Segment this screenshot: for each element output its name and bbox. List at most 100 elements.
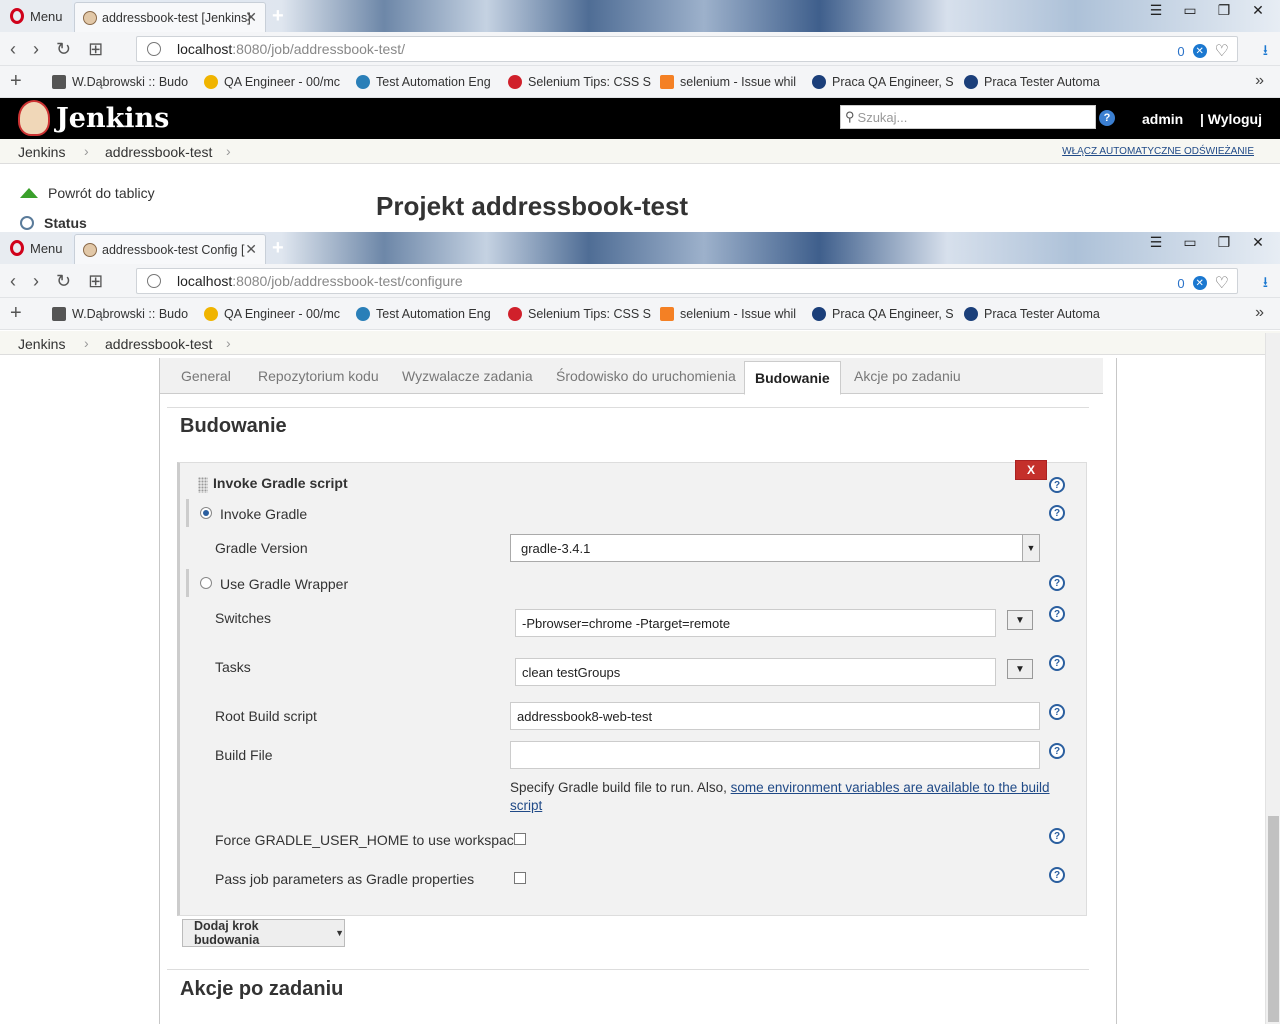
heart-icon[interactable]: ♡: [1215, 41, 1229, 61]
bookmark-item[interactable]: Praca QA Engineer, S: [812, 307, 964, 321]
tab-general[interactable]: General: [181, 368, 231, 384]
switches-input[interactable]: -Pbrowser=chrome -Ptarget=remote: [515, 609, 996, 637]
minimize-icon[interactable]: ▭: [1180, 2, 1200, 19]
scrollbar-thumb[interactable]: [1268, 816, 1279, 1022]
new-tab-icon[interactable]: +: [272, 5, 284, 28]
jenkins-logo[interactable]: Jenkins: [18, 100, 169, 136]
tab-environment[interactable]: Środowisko do uruchomienia: [556, 368, 736, 384]
opera-menu-button[interactable]: Menu: [0, 0, 72, 32]
pracuj-icon: [964, 307, 978, 321]
close-icon[interactable]: ✕: [245, 241, 257, 258]
forward-icon[interactable]: ›: [33, 39, 39, 60]
status-link[interactable]: Status: [20, 215, 87, 231]
bookmark-item[interactable]: Test Automation Eng: [356, 75, 508, 89]
build-file-input[interactable]: [510, 741, 1040, 769]
help-icon[interactable]: ?: [1049, 477, 1065, 493]
tab-build[interactable]: Budowanie: [744, 361, 841, 395]
adblock-icon[interactable]: ✕: [1192, 276, 1207, 290]
root-build-input[interactable]: addressbook8-web-test: [510, 702, 1040, 730]
force-home-checkbox[interactable]: [514, 833, 526, 845]
crumb-separator-icon[interactable]: ›: [226, 335, 231, 351]
drag-handle-icon[interactable]: [198, 477, 208, 493]
crumb-jenkins[interactable]: Jenkins: [18, 144, 65, 160]
crumb-jenkins[interactable]: Jenkins: [18, 336, 65, 352]
new-tab-icon[interactable]: +: [272, 237, 284, 260]
adblock-icon[interactable]: ✕: [1192, 44, 1207, 58]
browser-tab-active[interactable]: addressbook-test Config [✕: [74, 234, 266, 264]
download-icon[interactable]: ⭳: [1263, 272, 1268, 297]
invoke-gradle-radio[interactable]: [200, 507, 212, 519]
back-to-dashboard-link[interactable]: Powrót do tablicy: [20, 185, 155, 201]
help-icon[interactable]: ?: [1049, 655, 1065, 671]
tab-menu-icon[interactable]: ☰: [1146, 2, 1166, 19]
use-wrapper-radio[interactable]: [200, 577, 212, 589]
back-icon[interactable]: ‹: [10, 271, 16, 292]
tab-post-build[interactable]: Akcje po zadaniu: [854, 368, 961, 384]
add-build-step-button[interactable]: Dodaj krok budowania ▼: [182, 919, 345, 947]
tasks-input[interactable]: clean testGroups: [515, 658, 996, 686]
close-window-icon[interactable]: ✕: [1248, 2, 1268, 19]
tab-triggers[interactable]: Wyzwalacze zadania: [402, 368, 533, 384]
gradle-version-select[interactable]: gradle-3.4.1 ▼: [510, 534, 1040, 562]
close-window-icon[interactable]: ✕: [1248, 234, 1268, 251]
auto-refresh-link[interactable]: WŁĄCZ AUTOMATYCZNE ODŚWIEŻANIE: [1062, 146, 1254, 157]
crumb-separator-icon[interactable]: ›: [226, 143, 231, 159]
more-bookmarks-icon[interactable]: »: [1255, 304, 1264, 322]
help-icon[interactable]: ?: [1049, 867, 1065, 883]
url-field[interactable]: localhost:8080/job/addressbook-test/conf…: [136, 268, 1238, 294]
bookmark-item[interactable]: QA Engineer - 00/mc: [204, 75, 356, 89]
crumb-separator-icon[interactable]: ›: [84, 143, 89, 159]
bookmark-item[interactable]: selenium - Issue whil: [660, 307, 812, 321]
bookmark-item[interactable]: selenium - Issue whil: [660, 75, 812, 89]
pass-params-checkbox[interactable]: [514, 872, 526, 884]
help-icon[interactable]: ?: [1049, 828, 1065, 844]
help-icon[interactable]: ?: [1049, 704, 1065, 720]
tab-menu-icon[interactable]: ☰: [1146, 234, 1166, 251]
crumb-job[interactable]: addressbook-test: [105, 144, 212, 160]
speed-dial-icon[interactable]: ⊞: [88, 271, 103, 292]
bookmark-item[interactable]: Selenium Tips: CSS S: [508, 75, 660, 89]
bookmark-item[interactable]: Praca QA Engineer, S: [812, 75, 964, 89]
reload-icon[interactable]: ↻: [56, 39, 71, 60]
browser-tab-active[interactable]: addressbook-test [Jenkins] ✕: [74, 2, 266, 32]
url-field[interactable]: localhost:8080/job/addressbook-test/ 0 ✕ ♡: [136, 36, 1238, 62]
help-icon[interactable]: ?: [1099, 110, 1115, 126]
opera-menu-button[interactable]: Menu: [0, 232, 72, 264]
jenkins-favicon-icon: [83, 242, 97, 257]
logout-link[interactable]: | Wyloguj: [1200, 111, 1262, 127]
search-input[interactable]: ⚲ Szukaj...: [840, 105, 1096, 129]
maximize-icon[interactable]: ❐: [1214, 234, 1234, 251]
bookmark-item[interactable]: Selenium Tips: CSS S: [508, 307, 660, 321]
page-scrollbar[interactable]: [1265, 333, 1280, 1024]
help-icon[interactable]: ?: [1049, 505, 1065, 521]
reload-icon[interactable]: ↻: [56, 271, 71, 292]
help-icon[interactable]: ?: [1049, 575, 1065, 591]
forward-icon[interactable]: ›: [33, 271, 39, 292]
expand-switches-button[interactable]: ▼: [1007, 610, 1033, 630]
more-bookmarks-icon[interactable]: »: [1255, 72, 1264, 90]
heart-icon[interactable]: ♡: [1215, 273, 1229, 293]
download-icon[interactable]: ⭳: [1263, 40, 1268, 65]
expand-tasks-button[interactable]: ▼: [1007, 659, 1033, 679]
close-icon[interactable]: ✕: [245, 9, 257, 26]
speed-dial-icon[interactable]: ⊞: [88, 39, 103, 60]
bookmark-item[interactable]: Praca Tester Automa: [964, 75, 1116, 89]
help-icon[interactable]: ?: [1049, 743, 1065, 759]
crumb-separator-icon[interactable]: ›: [84, 335, 89, 351]
add-bookmark-icon[interactable]: +: [10, 70, 22, 93]
bookmark-item[interactable]: W.Dąbrowski :: Budo: [52, 307, 204, 321]
user-link[interactable]: admin: [1142, 111, 1183, 127]
option-bar: [186, 569, 189, 597]
help-icon[interactable]: ?: [1049, 606, 1065, 622]
bookmark-item[interactable]: QA Engineer - 00/mc: [204, 307, 356, 321]
remove-step-button[interactable]: X: [1015, 460, 1047, 480]
tab-scm[interactable]: Repozytorium kodu: [258, 368, 379, 384]
minimize-icon[interactable]: ▭: [1180, 234, 1200, 251]
add-bookmark-icon[interactable]: +: [10, 302, 22, 325]
bookmark-item[interactable]: Test Automation Eng: [356, 307, 508, 321]
maximize-icon[interactable]: ❐: [1214, 2, 1234, 19]
back-icon[interactable]: ‹: [10, 39, 16, 60]
crumb-job[interactable]: addressbook-test: [105, 336, 212, 352]
bookmark-item[interactable]: Praca Tester Automa: [964, 307, 1116, 321]
bookmark-item[interactable]: W.Dąbrowski :: Budo: [52, 75, 204, 89]
